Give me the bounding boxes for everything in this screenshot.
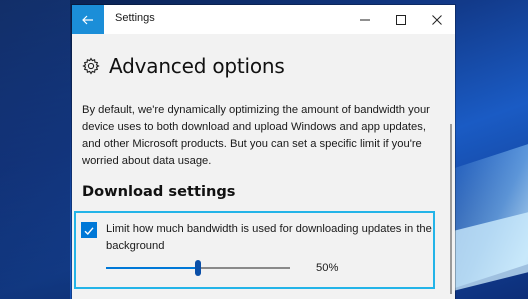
arrow-left-icon <box>82 10 94 29</box>
bandwidth-value: 50% <box>316 262 339 274</box>
page-title: Advanced options <box>109 54 285 78</box>
settings-content: Advanced options By default, we're dynam… <box>72 34 455 299</box>
minimize-button[interactable] <box>347 5 383 34</box>
gear-icon <box>82 57 100 75</box>
bandwidth-slider[interactable] <box>106 260 290 276</box>
minimize-icon <box>360 10 370 29</box>
maximize-button[interactable] <box>383 5 419 34</box>
slider-fill <box>106 267 198 269</box>
desktop-wallpaper-shade <box>0 0 70 299</box>
title-bar: Settings <box>72 5 455 34</box>
close-icon <box>432 10 442 29</box>
page-heading: Advanced options <box>82 54 285 78</box>
download-settings-heading: Download settings <box>82 183 236 200</box>
scrollbar[interactable] <box>450 124 452 294</box>
maximize-icon <box>396 10 406 29</box>
settings-window: Settings Advanced options By default, we… <box>72 5 455 299</box>
window-title: Settings <box>115 12 155 24</box>
limit-bandwidth-checkbox[interactable] <box>81 222 97 238</box>
close-button[interactable] <box>419 5 455 34</box>
back-button[interactable] <box>72 5 104 34</box>
limit-bandwidth-label: Limit how much bandwidth is used for dow… <box>106 223 432 252</box>
page-description: By default, we're dynamically optimizing… <box>82 104 430 167</box>
limit-bandwidth-option[interactable]: Limit how much bandwidth is used for dow… <box>81 221 436 255</box>
checkmark-icon <box>84 221 94 240</box>
slider-thumb[interactable] <box>195 260 201 276</box>
